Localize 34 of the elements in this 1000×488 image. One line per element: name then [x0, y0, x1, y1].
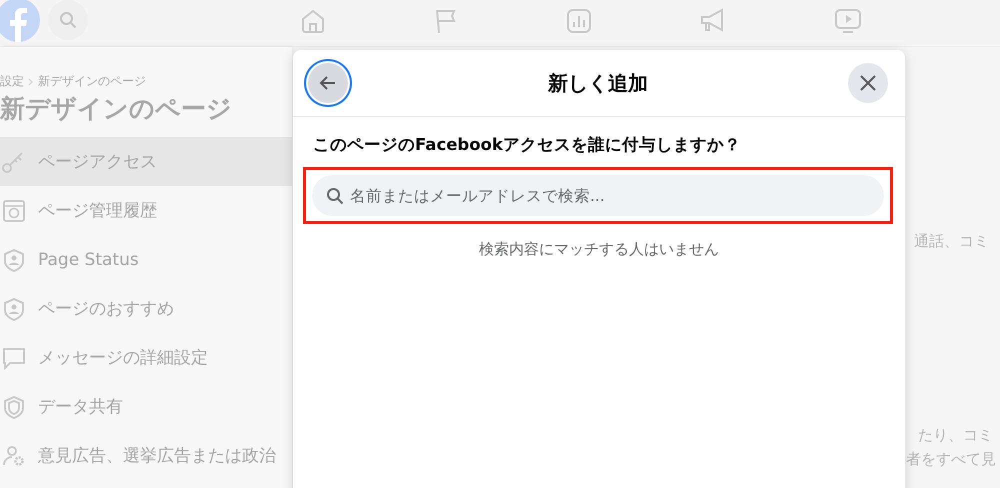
home-icon[interactable] — [300, 8, 326, 34]
description-text: 通話、コミ — [914, 232, 989, 251]
shield-person-icon — [2, 248, 26, 272]
close-button[interactable] — [848, 63, 888, 103]
shield-icon — [2, 394, 26, 418]
page-title: 新デザインのページ — [0, 93, 233, 125]
sidebar-item[interactable]: データ共有 — [0, 382, 292, 431]
dialog-title: 新しく追加 — [548, 70, 648, 96]
empty-message: 検索内容にマッチする人はいません — [478, 240, 720, 259]
breadcrumb-link[interactable]: 新デザインのページ — [38, 73, 146, 90]
history-icon — [2, 198, 26, 222]
description-text: たり、コミ — [918, 426, 993, 445]
search-field[interactable]: 名前またはメールアドレスで検索... — [312, 175, 884, 216]
search-icon — [59, 11, 77, 29]
logo-icon[interactable] — [0, 0, 40, 42]
sidebar-item[interactable]: メッセージの詳細設定 — [0, 333, 292, 382]
question-text: このページのFacebookアクセスを誰に付与しますか？ — [312, 134, 742, 156]
video-icon[interactable] — [834, 8, 862, 34]
chat-bubble-icon — [2, 346, 26, 370]
chart-icon[interactable] — [566, 8, 592, 34]
close-icon — [859, 74, 877, 92]
sidebar-item[interactable]: ページのおすすめ — [0, 284, 292, 333]
sidebar-item[interactable]: ページ管理履歴 — [0, 186, 292, 235]
back-button[interactable] — [308, 63, 348, 103]
arrow-left-icon — [319, 74, 337, 92]
person-gear-icon — [2, 444, 26, 468]
shield-person-icon — [2, 296, 26, 320]
breadcrumb-link[interactable]: 設定 — [0, 73, 24, 90]
description-text: 者をすべて見 — [906, 450, 996, 469]
chevron-icon — [28, 78, 34, 86]
sidebar-item[interactable]: ページアクセス — [0, 137, 292, 186]
sidebar-item[interactable]: 意見広告、選挙広告または政治 — [0, 431, 292, 480]
sidebar-item[interactable]: Page Status — [0, 235, 292, 284]
search-button[interactable] — [48, 0, 88, 40]
